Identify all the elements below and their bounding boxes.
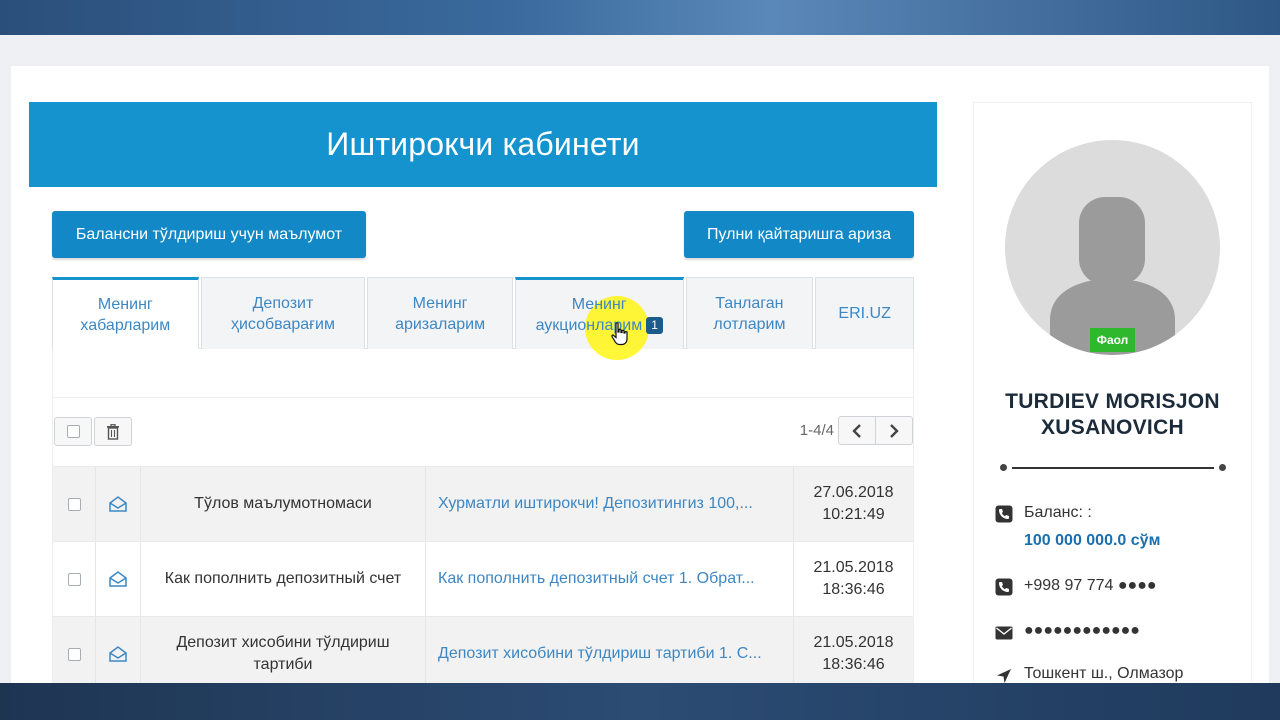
tab-label: Менинг (97, 295, 153, 313)
message-preview[interactable]: Как пополнить депозитный счет 1. Обрат..… (426, 542, 794, 616)
phone-number: +998 97 774 ●●●● (1024, 577, 1157, 594)
message-date: 27.06.2018 10:21:49 (794, 467, 913, 541)
row-checkbox[interactable] (53, 467, 96, 541)
page-title: Иштирокчи кабинети (29, 102, 937, 187)
row-checkbox[interactable] (53, 617, 96, 691)
balance-label: Баланс: : (1024, 504, 1092, 521)
chevron-right-icon (890, 423, 899, 438)
tab-label: Менинг (412, 294, 468, 312)
profile-divider (1000, 462, 1226, 472)
delete-button[interactable] (94, 417, 132, 446)
tab-label: хабарларим (80, 316, 171, 334)
message-title[interactable]: Как пополнить депозитный счет (141, 542, 426, 616)
envelope-open-icon (96, 467, 141, 541)
tab-label: лотларим (713, 315, 786, 333)
table-row[interactable]: Депозит хисобини тўлдириш тартиби Депози… (53, 616, 913, 691)
message-preview[interactable]: Депозит хисобини тўлдириш тартиби 1. С..… (426, 617, 794, 691)
checkbox-icon (67, 572, 81, 586)
time-text: 18:36:46 (822, 581, 885, 598)
page-title-text: Иштирокчи кабинети (326, 126, 640, 162)
envelope-open-icon (96, 617, 141, 691)
tab-label: ERI.UZ (838, 305, 891, 322)
date-text: 21.05.2018 (813, 634, 894, 651)
tab-my-auctions[interactable]: Менинг аукционларим 1 (514, 277, 684, 349)
tab-my-applications[interactable]: Менинг аризаларим (367, 277, 513, 349)
select-all-checkbox[interactable] (54, 417, 92, 446)
status-badge: Фаол (1090, 328, 1135, 352)
date-text: 27.06.2018 (813, 484, 894, 501)
tab-label: Танлаган (715, 294, 784, 312)
pager-range: 1-4/4 (799, 422, 834, 439)
message-date: 21.05.2018 18:36:46 (794, 617, 913, 691)
time-text: 10:21:49 (822, 506, 885, 523)
checkbox-icon (67, 497, 81, 511)
phone-icon (995, 505, 1013, 523)
checkbox-icon (67, 647, 81, 661)
tab-eri-uz[interactable]: ERI.UZ (815, 277, 914, 349)
email-address: ●●●●●●●●●●●● (1024, 622, 1140, 639)
cabinet-tabs: Менинг хабарларим Депозит ҳисобварағим Мен… (52, 277, 914, 349)
chevron-left-icon (852, 423, 861, 438)
tab-label: ҳисобварағим (230, 315, 335, 333)
envelope-open-icon (96, 542, 141, 616)
table-row[interactable]: Как пополнить депозитный счет Как пополн… (53, 541, 913, 616)
tab-label: Менинг (571, 295, 627, 313)
user-name: TURDIEV MORISJON XUSANOVICH (1005, 390, 1220, 439)
bottom-banner (0, 683, 1280, 720)
tab-deposit-account[interactable]: Депозит ҳисобварағим (200, 277, 366, 349)
auction-count-badge: 1 (646, 316, 663, 334)
user-silhouette-icon (1050, 197, 1175, 355)
divider (53, 397, 913, 398)
pager-prev-button[interactable] (838, 416, 876, 445)
message-title[interactable]: Депозит хисобини тўлдириш тартиби (141, 617, 426, 691)
top-banner (0, 0, 1280, 35)
envelope-icon (995, 626, 1013, 640)
table-row[interactable]: Тўлов маълумотномаси Хурматли иштирокчи!… (53, 466, 913, 541)
time-text: 18:36:46 (822, 656, 885, 673)
address: Тошкент ш., Олмазор (1024, 665, 1184, 682)
tab-my-messages[interactable]: Менинг хабарларим (52, 277, 199, 349)
pager-next-button[interactable] (875, 416, 913, 445)
trash-icon (107, 423, 119, 440)
tab-label: Депозит (252, 294, 314, 312)
tab-label: аукционларим (535, 316, 643, 334)
message-preview[interactable]: Хурматли иштирокчи! Депозитингиз 100,... (426, 467, 794, 541)
tab-label: аризаларим (395, 315, 486, 333)
tab-selected-lots[interactable]: Танлаган лотларим (685, 277, 814, 349)
refund-request-button[interactable]: Пулни қайтаришга ариза (684, 211, 914, 258)
message-title[interactable]: Тўлов маълумотномаси (141, 467, 426, 541)
date-text: 21.05.2018 (813, 559, 894, 576)
message-date: 21.05.2018 18:36:46 (794, 542, 913, 616)
messages-table: Тўлов маълумотномаси Хурматли иштирокчи!… (53, 466, 913, 691)
avatar (1005, 140, 1220, 355)
checkbox-icon (66, 425, 80, 438)
balance-info-button[interactable]: Балансни тўлдириш учун маълумот (52, 211, 366, 258)
row-checkbox[interactable] (53, 542, 96, 616)
phone-icon (995, 578, 1013, 596)
balance-value: 100 000 000.0 сўм (1024, 532, 1161, 549)
